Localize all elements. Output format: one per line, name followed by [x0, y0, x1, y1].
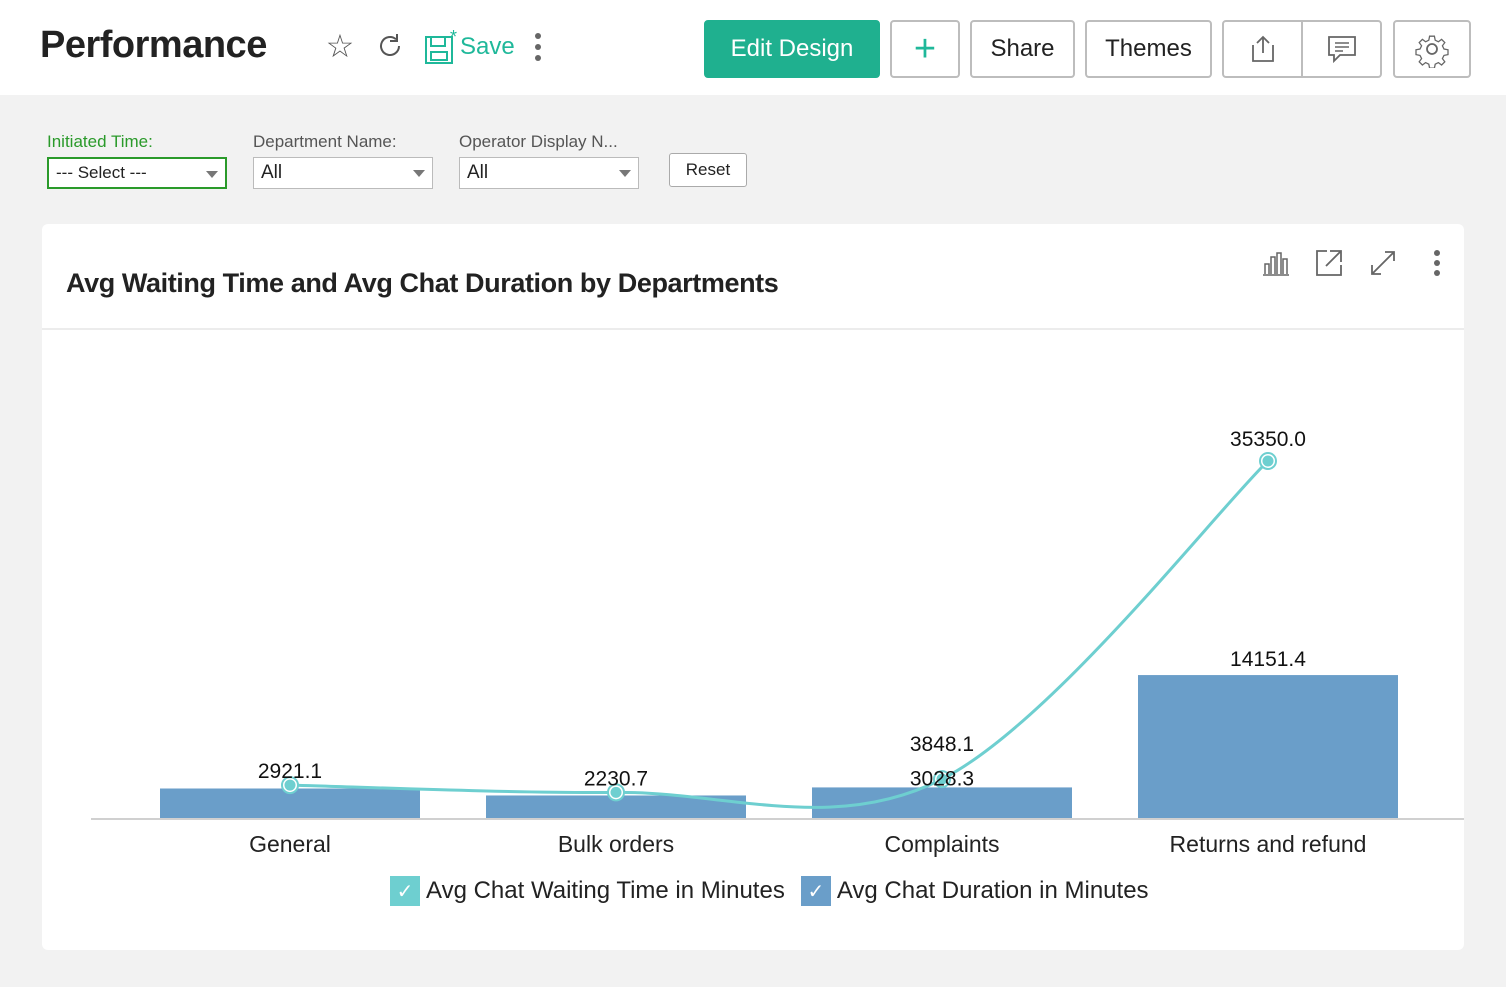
comment-button[interactable]: [1303, 22, 1380, 76]
svg-text:*: *: [450, 29, 457, 47]
filter-label-operator: Operator Display N...: [459, 132, 618, 151]
filter-label-initiated-time: Initiated Time:: [47, 132, 153, 151]
reset-button[interactable]: Reset: [669, 153, 747, 187]
bar-2[interactable]: [812, 787, 1072, 818]
chart-type-button[interactable]: [1258, 246, 1292, 280]
export-button[interactable]: [1224, 22, 1303, 76]
bar-value-label: 3028.3: [910, 767, 974, 790]
save-icon: *: [425, 29, 457, 64]
department-select[interactable]: All: [253, 157, 433, 189]
bar-chart-icon: [1263, 252, 1289, 276]
checkbox-checked-icon[interactable]: ✓: [390, 876, 420, 906]
x-tick-label: Complaints: [884, 831, 999, 857]
x-tick-label: General: [249, 831, 331, 857]
line-point-3[interactable]: [1262, 455, 1274, 467]
checkbox-checked-icon[interactable]: ✓: [800, 876, 831, 906]
share-button[interactable]: Share: [970, 20, 1075, 78]
star-icon[interactable]: ☆: [322, 28, 358, 64]
bar-value-label: 2921.1: [258, 760, 322, 783]
export-icon: [1251, 35, 1274, 62]
more-vertical-icon: [1434, 250, 1440, 276]
filter-label-department: Department Name:: [253, 132, 397, 151]
comment-icon: [1327, 36, 1356, 64]
chart-toolbar: [1258, 246, 1454, 280]
settings-button[interactable]: [1393, 20, 1471, 78]
themes-button[interactable]: Themes: [1085, 20, 1212, 78]
bar-value-label: 14151.4: [1230, 648, 1306, 671]
legend-label: Avg Chat Waiting Time in Minutes: [426, 877, 785, 904]
fullscreen-button[interactable]: [1366, 246, 1400, 280]
external-link-icon: [1316, 250, 1342, 276]
combo-chart: 2921.1 2230.7 3028.3 14151.4 3848.1 35350.0 G…: [91, 428, 1464, 857]
expand-icon: [1371, 251, 1395, 275]
add-button[interactable]: +: [890, 20, 960, 78]
chart-legend: ✓ Avg Chat Waiting Time in Minutes ✓ Avg…: [390, 876, 1165, 906]
save-label: Save: [460, 33, 515, 60]
legend-item-chat-duration[interactable]: ✓ Avg Chat Duration in Minutes: [800, 876, 1149, 906]
edit-design-button[interactable]: Edit Design: [704, 20, 880, 78]
chevron-down-icon: [619, 170, 631, 177]
operator-select[interactable]: All: [459, 157, 639, 189]
department-value: All: [261, 162, 283, 183]
gear-icon: [1415, 35, 1449, 68]
export-comment-group: [1222, 20, 1382, 78]
chevron-down-icon: [413, 170, 425, 177]
more-vertical-icon[interactable]: [528, 30, 548, 64]
chart-title: Avg Waiting Time and Avg Chat Duration b…: [66, 268, 779, 298]
initiated-time-value: --- Select ---: [56, 163, 147, 182]
x-tick-label: Bulk orders: [558, 831, 674, 857]
x-tick-label: Returns and refund: [1170, 831, 1367, 857]
initiated-time-select[interactable]: --- Select ---: [47, 157, 227, 189]
chart-more-button[interactable]: [1420, 246, 1454, 280]
page-title: Performance: [40, 24, 267, 66]
waiting-time-line: [289, 459, 1270, 809]
line-value-label: 3848.1: [910, 733, 974, 756]
save-button[interactable]: * Save: [424, 25, 515, 69]
bar-value-label: 2230.7: [584, 767, 648, 790]
bar-3[interactable]: [1138, 675, 1398, 818]
header-bar: Performance ☆ * Save Edit Design + Share…: [0, 0, 1506, 95]
chart-card: Avg Waiting Time and Avg Chat Duration b…: [42, 224, 1464, 950]
legend-label: Avg Chat Duration in Minutes: [836, 877, 1149, 904]
line-value-label: 35350.0: [1230, 428, 1306, 451]
chevron-down-icon: [206, 171, 218, 178]
legend-item-waiting-time[interactable]: ✓ Avg Chat Waiting Time in Minutes: [390, 876, 785, 906]
operator-value: All: [467, 162, 489, 183]
open-new-button[interactable]: [1312, 246, 1346, 280]
refresh-icon[interactable]: [372, 28, 408, 64]
